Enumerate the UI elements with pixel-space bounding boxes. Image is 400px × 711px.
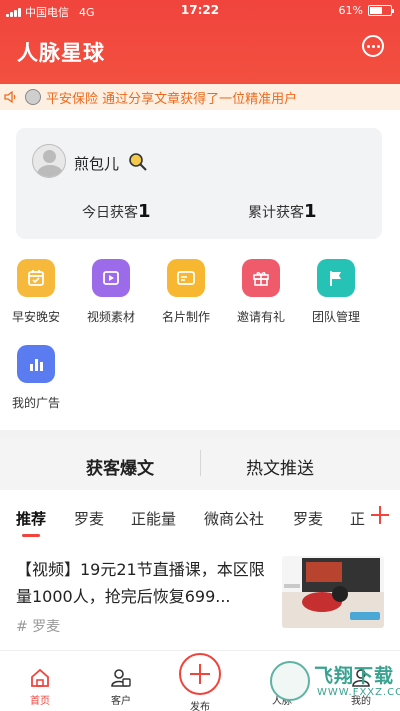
status-bar: 中国电信 4G 17:22 61% (0, 0, 400, 22)
calendar-icon (17, 259, 55, 297)
category-item[interactable]: 正 (350, 508, 365, 529)
today-customers-label: 今日获客 (82, 205, 138, 221)
search-icon (129, 153, 147, 171)
article-thumbnail (282, 556, 384, 628)
feature-invite-gift[interactable]: 邀请有礼 (231, 259, 291, 325)
nav-label: 客户 (111, 696, 131, 707)
gift-icon (242, 259, 280, 297)
user-name: 煎包儿 (74, 155, 120, 173)
publish-label: 发布 (190, 702, 210, 711)
battery-fill (370, 7, 382, 14)
feature-card-maker[interactable]: 名片制作 (156, 259, 216, 325)
avatar[interactable] (32, 144, 66, 178)
article-title: 【视频】19元21节直播课，本区限量1000人，抢完后恢复699... (16, 560, 265, 606)
nav-label: 首页 (30, 696, 50, 707)
today-customers-value: 1 (138, 201, 151, 222)
notice-avatar (25, 89, 41, 105)
watermark-text: 飞翔下载 (314, 665, 395, 687)
publish-button[interactable] (179, 653, 221, 695)
feature-label: 邀请有礼 (236, 310, 285, 324)
nav-customers[interactable]: 客户 (91, 667, 151, 707)
notice-bar[interactable]: 平安保险 通过分享文章获得了一位精准用户 (0, 84, 400, 110)
watermark-url: WWW.FXXZ.COM (317, 687, 400, 698)
section-tabs: 获客爆文 热文推送 (0, 438, 400, 490)
total-customers-stat: 累计获客1 (248, 201, 317, 222)
speaker-icon (4, 90, 16, 104)
bar-chart-icon (17, 345, 55, 383)
category-tabs: 推荐 罗麦 正能量 微商公社 罗麦 正 (0, 494, 400, 540)
flag-icon (317, 259, 355, 297)
active-tab-indicator (22, 534, 40, 537)
total-customers-label: 累计获客 (248, 205, 304, 221)
card-icon (167, 259, 205, 297)
tab-hot-push[interactable]: 热文推送 (180, 454, 380, 479)
plus-icon[interactable] (367, 502, 393, 528)
feature-video-material[interactable]: 视频素材 (81, 259, 141, 325)
feature-label: 早安晚安 (11, 310, 60, 324)
article-tag[interactable]: # 罗麦 (16, 616, 60, 636)
nav-home[interactable]: 首页 (10, 667, 70, 707)
total-customers-value: 1 (304, 201, 317, 222)
category-recommended[interactable]: 推荐 (16, 508, 46, 529)
today-customers-stat: 今日获客1 (82, 201, 151, 222)
battery-percent: 61% (338, 4, 363, 17)
play-icon (92, 259, 130, 297)
feature-label: 视频素材 (86, 310, 135, 324)
user-card[interactable]: 煎包儿 今日获客1 累计获客1 (16, 128, 382, 239)
notice-text: 平安保险 通过分享文章获得了一位精准用户 (46, 91, 298, 107)
watermark: 飞翔下载 WWW.FXXZ.COM (270, 657, 400, 707)
category-item[interactable]: 正能量 (131, 508, 176, 529)
battery-icon (368, 5, 394, 16)
feature-label: 团队管理 (311, 310, 360, 324)
home-icon (31, 668, 49, 687)
category-item[interactable]: 微商公社 (204, 508, 264, 529)
article-item[interactable]: 【视频】19元21节直播课，本区限量1000人，抢完后恢复699... # 罗麦 (16, 556, 384, 640)
category-item[interactable]: 罗麦 (293, 508, 323, 529)
feature-label: 我的广告 (11, 396, 60, 410)
feature-morning-night[interactable]: 早安晚安 (6, 259, 66, 325)
app-header: 中国电信 4G 17:22 61% 人脉星球 (0, 0, 400, 84)
customers-icon (111, 669, 131, 687)
watermark-logo (270, 661, 310, 701)
app-title: 人脉星球 (17, 41, 105, 65)
category-item[interactable]: 罗麦 (74, 508, 104, 529)
chat-bubble-icon[interactable] (362, 35, 384, 57)
feature-my-ads[interactable]: 我的广告 (6, 345, 66, 411)
feature-team-management[interactable]: 团队管理 (306, 259, 366, 325)
section-divider (0, 430, 400, 438)
feature-label: 名片制作 (161, 310, 210, 324)
